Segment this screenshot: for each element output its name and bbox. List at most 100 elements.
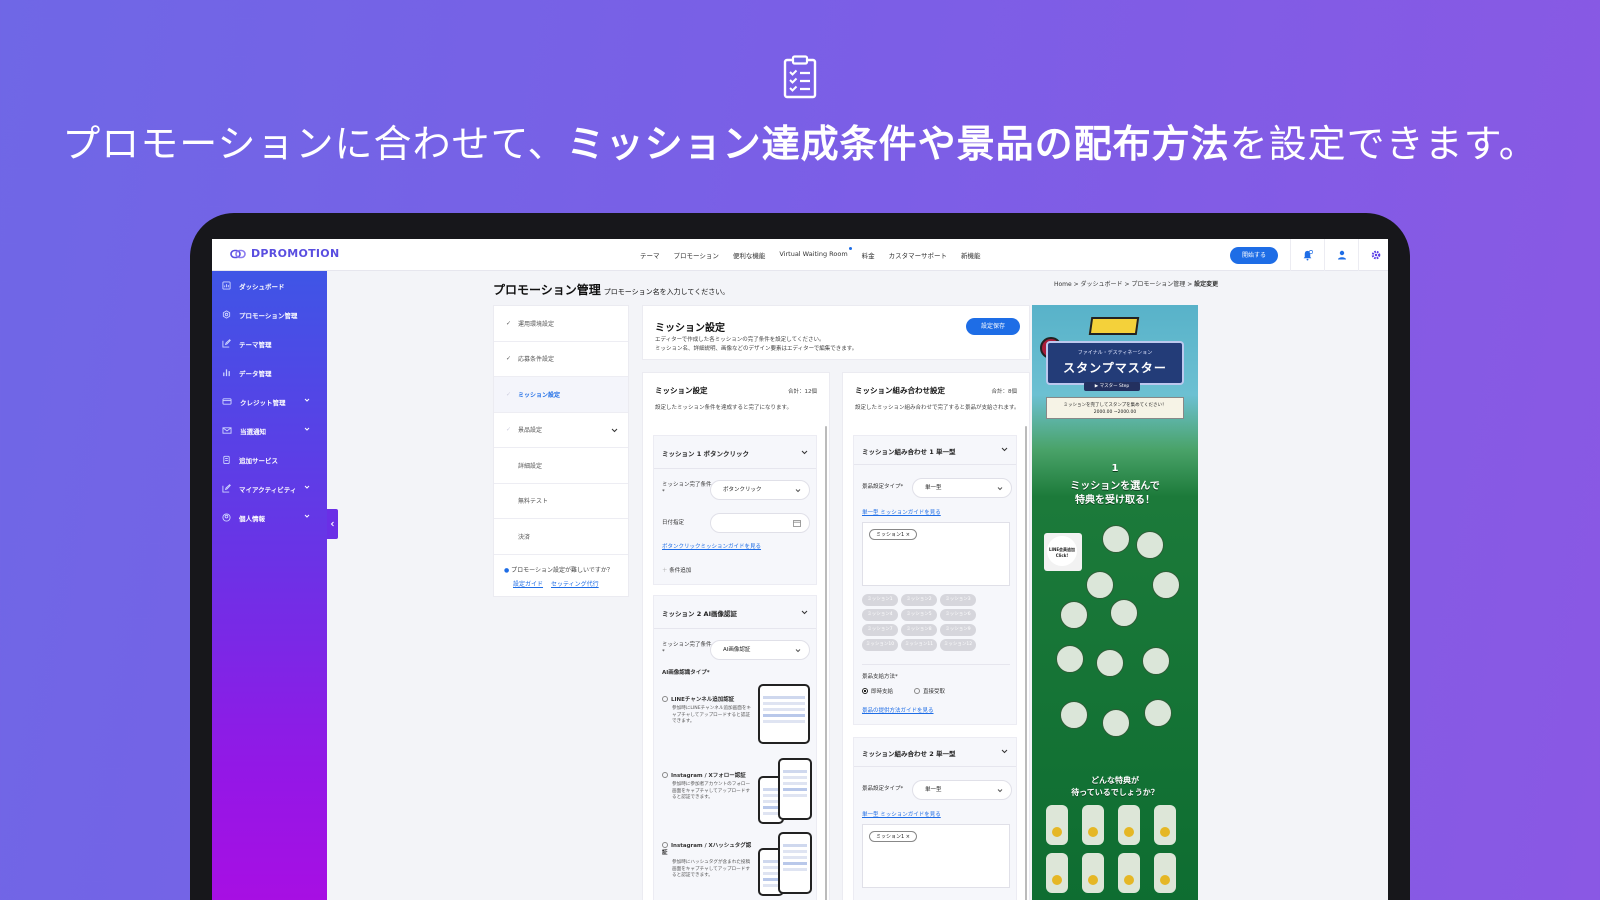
- mission-chip[interactable]: ミッション3: [940, 594, 976, 606]
- mission-circle[interactable]: [1152, 571, 1180, 599]
- sidebar-item-data[interactable]: データ管理: [212, 358, 327, 387]
- nav-features[interactable]: 便利な機能: [733, 250, 766, 260]
- mission-circle[interactable]: [1136, 531, 1164, 559]
- radio[interactable]: [662, 772, 668, 778]
- prize-card[interactable]: [1082, 805, 1104, 845]
- mission-circle[interactable]: [1144, 699, 1172, 727]
- mission-circle[interactable]: [1060, 701, 1088, 729]
- selected-mission-tag[interactable]: ミッション1 ×: [869, 529, 917, 540]
- step-label: 応募条件設定: [518, 356, 555, 364]
- chevron-down-icon[interactable]: [801, 449, 808, 455]
- radio[interactable]: [914, 688, 920, 694]
- save-settings-button[interactable]: 設定保存: [966, 318, 1020, 335]
- mission-chip[interactable]: ミッション10: [862, 639, 898, 651]
- mission-circle[interactable]: [1102, 709, 1130, 737]
- step-prize[interactable]: ✓ 景品設定: [494, 413, 628, 448]
- sidebar-collapse-button[interactable]: [327, 509, 338, 539]
- prize-card[interactable]: [1154, 805, 1176, 845]
- selected-missions-box[interactable]: ミッション1 ×: [862, 824, 1010, 888]
- mission-chip[interactable]: ミッション11: [901, 639, 937, 651]
- sidebar-item-notification[interactable]: 当選通知: [212, 416, 327, 445]
- mission-circle[interactable]: [1086, 571, 1114, 599]
- mission-circle[interactable]: [1102, 525, 1130, 553]
- ai-option-hashtag[interactable]: Instagram / Xハッシュタグ認証: [662, 842, 752, 857]
- mission-chip[interactable]: ミッション4: [862, 609, 898, 621]
- radio-instant[interactable]: 即時支給: [862, 688, 893, 696]
- settings-button[interactable]: [1358, 239, 1388, 271]
- mission-circle[interactable]: [1096, 649, 1124, 677]
- prize-card[interactable]: [1046, 853, 1068, 893]
- mission-chip[interactable]: ミッション5: [901, 609, 937, 621]
- single-type-guide-link[interactable]: 単一型 ミッションガイドを見る: [862, 508, 941, 516]
- mission-chip[interactable]: ミッション8: [901, 624, 937, 636]
- sidebar-item-activity[interactable]: マイアクティビティ: [212, 474, 327, 503]
- prize-card[interactable]: [1118, 805, 1140, 845]
- nav-support[interactable]: カスタマーサポート: [889, 250, 947, 260]
- select-value: ボタンクリック: [723, 487, 762, 493]
- start-button[interactable]: 開始する: [1230, 247, 1278, 264]
- chevron-down-icon[interactable]: [1001, 748, 1008, 754]
- mission-circle[interactable]: [1056, 645, 1084, 673]
- date-input[interactable]: [710, 513, 810, 533]
- nav-pricing[interactable]: 料金: [862, 250, 875, 260]
- nav-virtual-waiting-room[interactable]: Virtual Waiting Room: [779, 247, 852, 260]
- mission-chip[interactable]: ミッション2: [901, 594, 937, 606]
- step-details[interactable]: 詳細設定: [494, 448, 628, 484]
- setup-guide-link[interactable]: 設定ガイド: [513, 579, 543, 588]
- step-payment[interactable]: 決済: [494, 519, 628, 555]
- selected-missions-box[interactable]: ミッション1 ×: [862, 522, 1010, 586]
- sidebar-item-personal[interactable]: 個人情報: [212, 503, 327, 532]
- sidebar-item-theme[interactable]: テーマ管理: [212, 329, 327, 358]
- sidebar-item-promotion[interactable]: プロモーション管理: [212, 300, 327, 329]
- notification-button[interactable]: [1290, 239, 1324, 271]
- nav-theme[interactable]: テーマ: [640, 250, 660, 260]
- prize-card[interactable]: [1118, 853, 1140, 893]
- prize-card[interactable]: [1082, 853, 1104, 893]
- scrollbar[interactable]: [825, 426, 827, 900]
- setting-service-link[interactable]: セッティング代行: [551, 579, 599, 588]
- sidebar-item-services[interactable]: 追加サービス: [212, 445, 327, 474]
- nav-promotion[interactable]: プロモーション: [674, 250, 719, 260]
- single-type-guide-link[interactable]: 単一型 ミッションガイドを見る: [862, 810, 941, 818]
- page-title-text: プロモーション管理: [493, 283, 601, 297]
- profile-button[interactable]: [1324, 239, 1358, 271]
- sidebar-item-dashboard[interactable]: ダッシュボード: [212, 271, 327, 300]
- chevron-down-icon[interactable]: [801, 609, 808, 615]
- chevron-down-icon[interactable]: [1001, 446, 1008, 452]
- button-click-guide-link[interactable]: ボタンクリックミッションガイドを見る: [662, 542, 761, 550]
- completion-condition-select[interactable]: ボタンクリック: [710, 480, 810, 500]
- step-entry-conditions[interactable]: ✓ 応募条件設定: [494, 342, 628, 377]
- step-mission[interactable]: ✓ ミッション設定: [494, 377, 628, 413]
- mission-circle[interactable]: [1060, 601, 1088, 629]
- prize-method-guide-link[interactable]: 景品の提供方法ガイドを見る: [862, 706, 934, 714]
- mission-chip[interactable]: ミッション7: [862, 624, 898, 636]
- add-condition-button[interactable]: ＋ 条件追加: [662, 568, 691, 575]
- radio[interactable]: [662, 842, 668, 848]
- prize-card[interactable]: [1154, 853, 1176, 893]
- selected-mission-tag[interactable]: ミッション1 ×: [869, 831, 917, 842]
- radio[interactable]: [662, 696, 668, 702]
- step-environment[interactable]: ✓ 運用環境設定: [494, 306, 628, 342]
- logo[interactable]: DPROMOTION: [230, 247, 339, 260]
- mission-chip[interactable]: ミッション12: [940, 639, 976, 651]
- radio-selected[interactable]: [862, 688, 868, 694]
- sidebar-item-credit[interactable]: クレジット管理: [212, 387, 327, 416]
- mission-chip[interactable]: ミッション6: [940, 609, 976, 621]
- completion-condition-select[interactable]: AI画像認証: [710, 640, 810, 660]
- mission-chip[interactable]: ミッション1: [862, 594, 898, 606]
- step-free-test[interactable]: 無料テスト: [494, 484, 628, 519]
- page-subtitle: プロモーション名を入力してください。: [603, 288, 730, 296]
- breadcrumb-path[interactable]: Home > ダッシュボード > プロモーション管理 >: [1054, 281, 1194, 288]
- prize-type-select[interactable]: 単一型: [912, 478, 1012, 498]
- scrollbar[interactable]: [1025, 426, 1027, 900]
- ai-option-line[interactable]: LINEチャンネル追加認証: [662, 696, 734, 704]
- radio-direct[interactable]: 直接受取: [914, 688, 945, 696]
- ai-option-instagram-follow[interactable]: Instagram / Xフォロー認証: [662, 772, 746, 780]
- mission-chip[interactable]: ミッション9: [940, 624, 976, 636]
- line-mission-button[interactable]: LINE会員追加 Click!: [1044, 533, 1082, 571]
- mission-circle[interactable]: [1110, 599, 1138, 627]
- mission-circle[interactable]: [1142, 647, 1170, 675]
- nav-new-features[interactable]: 新機能: [961, 250, 981, 260]
- prize-type-select[interactable]: 単一型: [912, 780, 1012, 800]
- prize-card[interactable]: [1046, 805, 1068, 845]
